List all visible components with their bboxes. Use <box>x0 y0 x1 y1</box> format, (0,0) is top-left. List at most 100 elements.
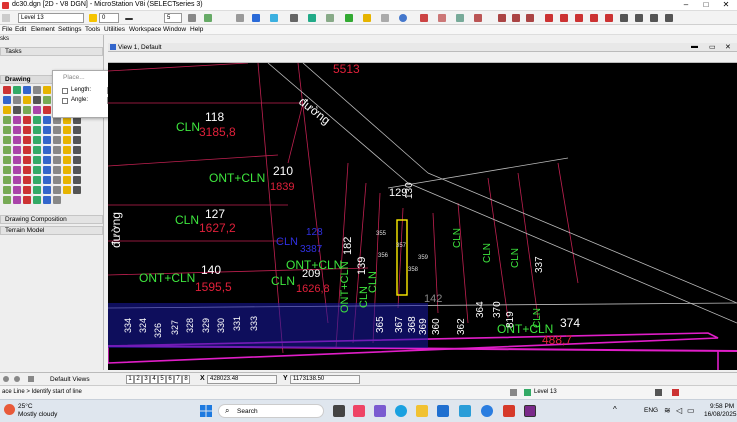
drawing-tool-icon[interactable] <box>23 196 31 204</box>
drawing-tool-icon[interactable] <box>43 166 51 174</box>
views-label[interactable]: Default Views <box>50 376 90 383</box>
render-icon[interactable] <box>474 14 482 22</box>
unlock-icon[interactable] <box>605 14 613 22</box>
drawing-composition-header[interactable]: Drawing Composition <box>0 215 103 224</box>
lock-status-icon[interactable] <box>524 389 531 396</box>
drawing-tool-icon[interactable] <box>23 156 31 164</box>
view-button-3[interactable]: 3 <box>142 375 150 384</box>
drawing-tool-icon[interactable] <box>43 186 51 194</box>
menu-tools[interactable]: Tools <box>85 26 100 33</box>
drawing-tool-icon[interactable] <box>43 116 51 124</box>
length-checkbox[interactable] <box>62 88 68 94</box>
transparency-icon[interactable] <box>188 14 196 22</box>
drawing-tool-icon[interactable] <box>43 136 51 144</box>
drawing-tool-icon[interactable] <box>33 116 41 124</box>
drawing-tool-icon[interactable] <box>13 156 21 164</box>
drawing-tool-icon[interactable] <box>23 166 31 174</box>
drawing-tool-icon[interactable] <box>23 146 31 154</box>
levels-icon[interactable] <box>363 14 371 22</box>
minimize-icon[interactable]: – <box>680 0 692 11</box>
view-button-1[interactable]: 1 <box>126 375 134 384</box>
drawing-tool-icon[interactable] <box>3 156 11 164</box>
drawing-tool-icon[interactable] <box>13 136 21 144</box>
drawing-tool-icon[interactable] <box>13 106 21 114</box>
store-icon[interactable] <box>437 405 449 417</box>
drawing-tool-icon[interactable] <box>23 116 31 124</box>
warning-icon[interactable] <box>510 389 517 396</box>
teams-icon[interactable] <box>374 405 386 417</box>
mail-icon[interactable] <box>459 405 471 417</box>
info-icon[interactable] <box>399 14 407 22</box>
drawing-tool-icon[interactable] <box>43 146 51 154</box>
drawing-tool-icon[interactable] <box>23 126 31 134</box>
volume-icon[interactable]: ◁ <box>676 406 682 415</box>
drawing-tool-icon[interactable] <box>23 186 31 194</box>
menu-settings[interactable]: Settings <box>58 26 82 33</box>
drawing-tool-icon[interactable] <box>43 96 51 104</box>
drawing-tool-icon[interactable] <box>3 186 11 194</box>
accudraw-toggle-icon[interactable] <box>14 376 20 382</box>
close-icon[interactable]: ✕ <box>720 0 732 11</box>
drawing-tool-icon[interactable] <box>53 196 61 204</box>
drawing-tool-icon[interactable] <box>33 156 41 164</box>
view-button-8[interactable]: 8 <box>182 375 190 384</box>
drawing-tool-icon[interactable] <box>33 106 41 114</box>
copy-icon[interactable] <box>635 14 643 22</box>
annotate-icon[interactable] <box>438 14 446 22</box>
drawing-tool-icon[interactable] <box>13 166 21 174</box>
drawing-tool-icon[interactable] <box>33 196 41 204</box>
save-status-icon[interactable] <box>655 389 662 396</box>
accudraw-icon[interactable] <box>270 14 278 22</box>
drawing-tool-icon[interactable] <box>3 176 11 184</box>
drawing-tool-icon[interactable] <box>3 126 11 134</box>
models-icon[interactable] <box>345 14 353 22</box>
drawing-tool-icon[interactable] <box>3 116 11 124</box>
drawing-tool-icon[interactable] <box>33 176 41 184</box>
drawing-tool-icon[interactable] <box>33 186 41 194</box>
drawing-tool-icon[interactable] <box>53 176 61 184</box>
level-manager-icon[interactable] <box>2 14 10 22</box>
drawing-tool-icon[interactable] <box>63 146 71 154</box>
ungroup-icon[interactable] <box>575 14 583 22</box>
drawing-tool-icon[interactable] <box>43 196 51 204</box>
drawing-tool-icon[interactable] <box>43 156 51 164</box>
group-icon[interactable] <box>560 14 568 22</box>
level-combo[interactable]: Level 13 <box>18 13 84 23</box>
message-icon[interactable] <box>672 389 679 396</box>
view-button-4[interactable]: 4 <box>150 375 158 384</box>
drawing-tool-icon[interactable] <box>73 176 81 184</box>
drawing-tool-icon[interactable] <box>73 126 81 134</box>
view-button-5[interactable]: 5 <box>158 375 166 384</box>
drawing-tool-icon[interactable] <box>13 186 21 194</box>
cad-view[interactable]: 5513 CLN 118 3185,8 đường ONT+CLN 210 1839 CLN 12… <box>108 63 737 370</box>
drawing-tool-icon[interactable] <box>13 146 21 154</box>
drawing-tool-icon[interactable] <box>63 156 71 164</box>
menu-element[interactable]: Element <box>31 26 55 33</box>
view-close-icon[interactable]: ✕ <box>725 43 731 51</box>
snap-icon[interactable] <box>381 14 389 22</box>
references-icon[interactable] <box>308 14 316 22</box>
file-explorer-icon[interactable] <box>416 405 428 417</box>
autocad-icon[interactable] <box>503 405 515 417</box>
priority-icon[interactable] <box>204 14 212 22</box>
wifi-icon[interactable]: ≋ <box>664 406 671 415</box>
drawing-tool-icon[interactable] <box>53 156 61 164</box>
drawing-tool-icon[interactable] <box>33 96 41 104</box>
print-icon[interactable] <box>620 14 628 22</box>
drawing-tool-icon[interactable] <box>63 136 71 144</box>
class-icon[interactable] <box>236 14 244 22</box>
drawing-tool-icon[interactable] <box>13 86 21 94</box>
drawing-tool-icon[interactable] <box>33 126 41 134</box>
drawing-tool-icon[interactable] <box>53 136 61 144</box>
drawing-tool-icon[interactable] <box>23 86 31 94</box>
menu-file[interactable]: File <box>2 26 12 33</box>
task-view-icon[interactable] <box>333 405 345 417</box>
drawing-tool-icon[interactable] <box>23 96 31 104</box>
snap-mode-icon[interactable] <box>28 376 34 382</box>
menu-edit[interactable]: Edit <box>15 26 26 33</box>
primary-tools-icon[interactable] <box>252 14 260 22</box>
drawing-tool-icon[interactable] <box>3 86 11 94</box>
drawing-tool-icon[interactable] <box>53 126 61 134</box>
drawing-tool-icon[interactable] <box>13 196 21 204</box>
x-coordinate-field[interactable]: 428023.48 <box>207 375 277 384</box>
